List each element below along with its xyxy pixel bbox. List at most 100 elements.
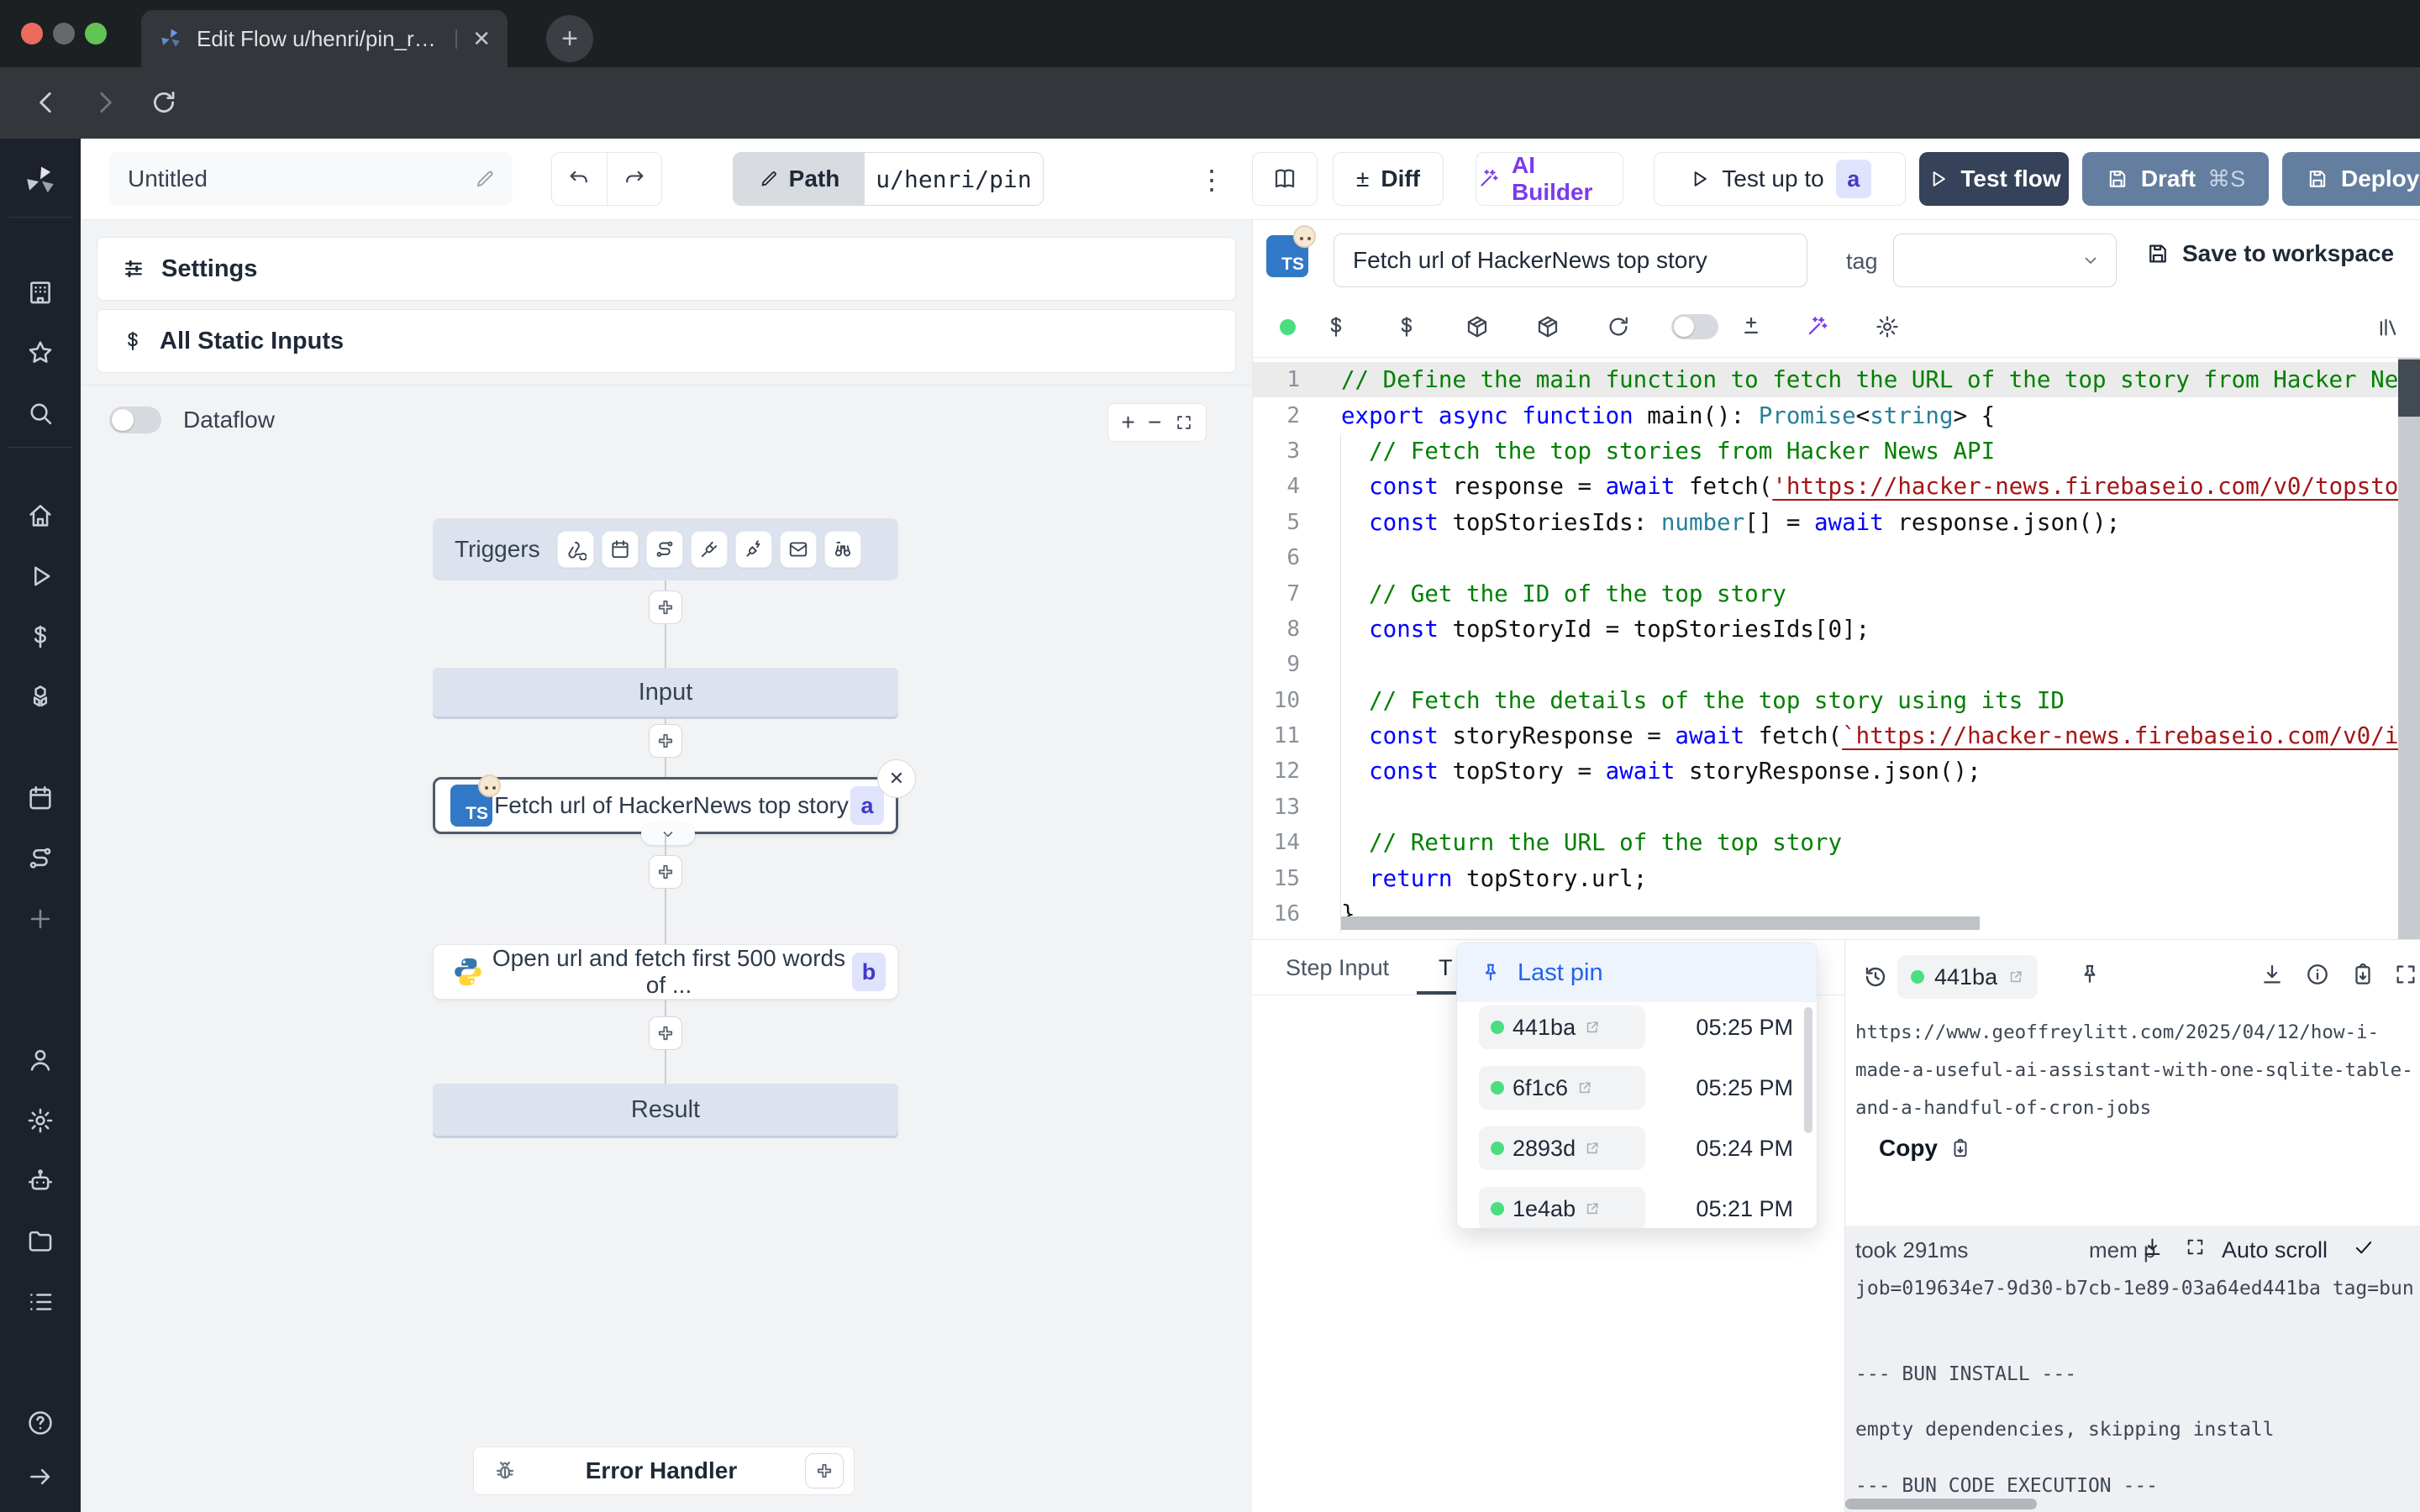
zoom-out-button[interactable]: − [1148,409,1161,436]
add-variable-icon[interactable] [1323,314,1349,339]
run-id-pill[interactable]: 441ba [1897,955,2038,999]
sidebar-item-workspace[interactable] [26,278,55,307]
reload-editor-icon[interactable] [1606,314,1631,339]
vertical-scrollbar[interactable] [2398,358,2420,939]
sidebar-item-flows[interactable] [26,844,55,873]
pin-run-pill[interactable]: 2893d [1479,1126,1645,1170]
pin-run-pill[interactable]: 441ba [1479,1005,1645,1049]
undo-button[interactable] [552,153,607,205]
code-line[interactable]: 2export async function main(): Promise<s… [1253,397,2420,433]
redo-button[interactable] [608,153,662,205]
diff-mode-toggle[interactable] [1671,314,1718,339]
external-link-icon[interactable] [1584,1019,1601,1036]
pin-item[interactable]: 1e4ab 05:21 PM [1457,1179,1817,1229]
library-icon[interactable] [2375,314,2401,339]
add-step-button[interactable] [649,1016,682,1050]
add-step-button[interactable] [649,591,682,624]
sidebar-item-help[interactable] [26,1409,55,1437]
code-line[interactable]: 1// Define the main function to fetch th… [1253,362,2420,397]
code-line[interactable]: 15 return topStory.url; [1253,860,2420,895]
diff-plusminus-icon[interactable] [1739,314,1764,339]
pin-icon[interactable] [2077,962,2102,987]
horizontal-scrollbar[interactable] [1341,916,1980,930]
pin-run-pill[interactable]: 6f1c6 [1479,1066,1645,1110]
step-name-input[interactable]: Fetch url of HackerNews top story [1334,234,1807,287]
poll-trigger-icon[interactable] [824,531,861,568]
expand-result-icon[interactable] [2393,962,2418,987]
package-icon[interactable] [1535,314,1560,339]
sidebar-item-variables[interactable] [26,622,55,651]
code-editor[interactable]: 1// Define the main function to fetch th… [1253,357,2420,939]
sidebar-expand-icon[interactable] [26,1462,55,1491]
download-result-icon[interactable] [2260,962,2285,987]
test-up-to-button[interactable]: Test up to a [1654,152,1906,206]
schedule-trigger-icon[interactable] [602,531,639,568]
code-line[interactable]: 5 const topStoriesIds: number[] = await … [1253,505,2420,540]
forward-icon[interactable] [91,88,119,117]
scrollbar-thumb[interactable] [2398,360,2420,417]
step-node-a[interactable]: TS Fetch url of HackerNews top story a ✕ [433,777,898,834]
sidebar-item-account[interactable] [26,1046,55,1074]
route-trigger-icon[interactable] [646,531,683,568]
draft-button[interactable]: Draft ⌘S [2082,152,2269,206]
history-icon[interactable] [1862,963,1889,990]
add-error-handler-icon[interactable] [805,1453,844,1488]
sidebar-item-runs[interactable] [26,562,55,591]
copy-result-button[interactable]: Copy [1879,1135,1971,1162]
websocket-trigger-icon[interactable] [691,531,728,568]
pin-item[interactable]: 441ba 05:25 PM [1457,997,1817,1058]
fit-view-icon[interactable] [1175,413,1193,432]
collapse-chevron-icon[interactable] [641,822,695,845]
flow-settings-button[interactable]: Settings [97,237,1236,301]
code-line[interactable]: 13 [1253,790,2420,825]
code-line[interactable]: 3 // Fetch the top stories from Hacker N… [1253,433,2420,469]
path-label-segment[interactable]: Path [734,153,865,205]
info-icon[interactable] [2305,962,2330,987]
expand-logs-icon[interactable] [2185,1236,2206,1257]
test-flow-button[interactable]: Test flow [1919,152,2069,206]
external-link-icon[interactable] [1584,1200,1601,1217]
flow-name-input[interactable]: Untitled [109,152,513,206]
log-horizontal-scrollbar[interactable] [1845,1499,2037,1509]
code-line[interactable]: 8 const topStoryId = topStoriesIds[0]; [1253,612,2420,647]
add-resource-icon[interactable] [1394,314,1419,339]
new-tab-button[interactable]: + [546,15,593,62]
sidebar-item-create[interactable] [26,905,55,933]
code-line[interactable]: 17 [1253,932,2420,939]
add-step-button[interactable] [649,724,682,758]
external-link-icon[interactable] [2007,969,2024,985]
autoscroll-check-icon[interactable] [2353,1236,2375,1258]
result-node[interactable]: Result [433,1084,898,1136]
dropdown-scrollbar[interactable] [1804,1007,1812,1133]
reload-icon[interactable] [150,88,178,117]
external-link-icon[interactable] [1576,1079,1593,1096]
more-options-icon[interactable]: ⋮ [1198,164,1225,196]
zoom-in-button[interactable]: + [1121,409,1134,436]
pin-item[interactable]: 2893d 05:24 PM [1457,1118,1817,1179]
window-zoom-button[interactable] [85,23,107,45]
tab-step-input[interactable]: Step Input [1286,955,1389,981]
sidebar-item-audit-logs[interactable] [26,1288,55,1316]
code-line[interactable]: 10 // Fetch the details of the top story… [1253,683,2420,718]
add-step-button[interactable] [649,855,682,889]
sidebar-item-schedules[interactable] [26,784,55,812]
sidebar-item-settings[interactable] [26,1106,55,1135]
external-link-icon[interactable] [1584,1140,1601,1157]
browser-tab[interactable]: Edit Flow u/henri/pin_results | ✕ [141,10,508,67]
package-icon[interactable] [1465,314,1490,339]
tab-test-partial[interactable]: T [1439,955,1453,981]
input-node[interactable]: Input [433,668,898,717]
code-line[interactable]: 4 const response = await fetch('https://… [1253,469,2420,504]
windmill-logo-icon[interactable] [22,162,59,199]
step-node-b[interactable]: Open url and fetch first 500 words of ..… [433,944,898,1000]
remove-step-icon[interactable]: ✕ [877,759,916,798]
tab-close-icon[interactable]: ✕ [472,26,491,52]
kafka-trigger-icon[interactable] [735,531,772,568]
diff-button[interactable]: ± Diff [1333,152,1444,206]
tutorial-book-button[interactable] [1252,152,1318,206]
back-icon[interactable] [32,88,60,117]
ai-assist-wand-icon[interactable] [1804,314,1829,339]
last-pin-option[interactable]: Last pin [1457,943,1817,1002]
code-line[interactable]: 11 const storyResponse = await fetch(`ht… [1253,718,2420,753]
webhook-trigger-icon[interactable] [557,531,594,568]
